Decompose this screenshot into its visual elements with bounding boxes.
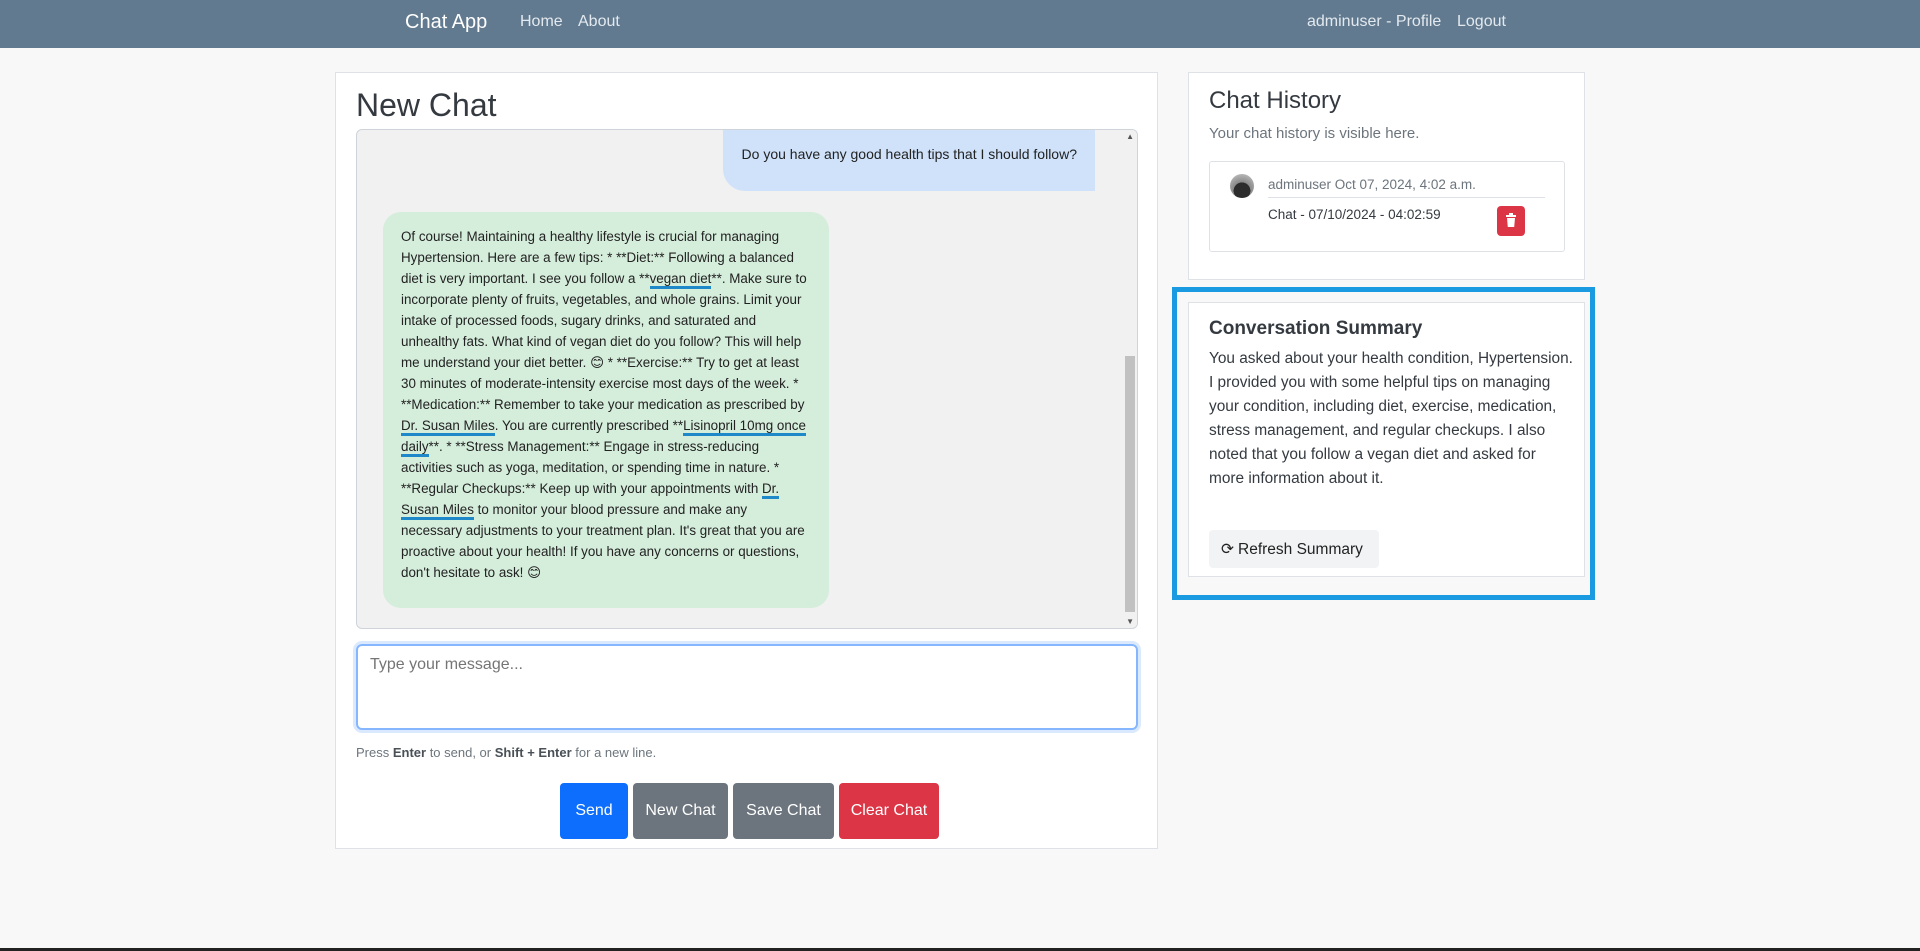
scroll-up-arrow-icon[interactable]: ▲: [1126, 132, 1134, 141]
history-item-title[interactable]: Chat - 07/10/2024 - 04:02:59: [1268, 207, 1441, 222]
highlight-entity: vegan diet: [649, 271, 712, 289]
user-message: Do you have any good health tips that I …: [723, 130, 1095, 191]
history-subtitle: Your chat history is visible here.: [1209, 125, 1420, 142]
scroll-thumb[interactable]: [1125, 356, 1135, 612]
send-button[interactable]: Send: [560, 783, 628, 839]
chat-history-card: Chat History Your chat history is visibl…: [1188, 72, 1585, 280]
save-chat-button[interactable]: Save Chat: [733, 783, 834, 839]
scroll-down-arrow-icon[interactable]: ▼: [1126, 617, 1134, 626]
conversation-summary-card: Conversation Summary You asked about you…: [1188, 302, 1585, 577]
history-item-meta: adminuser Oct 07, 2024, 4:02 a.m.: [1268, 177, 1476, 192]
nav-home-link[interactable]: Home: [520, 13, 563, 31]
page-title: New Chat: [356, 87, 497, 123]
refresh-summary-button[interactable]: ⟳ Refresh Summary: [1209, 530, 1379, 568]
navbar: Chat App Home About adminuser - Profile …: [0, 0, 1920, 48]
refresh-icon: ⟳: [1221, 540, 1234, 558]
chat-scrollbar[interactable]: ▲ ▼: [1123, 130, 1137, 628]
bot-message: Of course! Maintaining a healthy lifesty…: [383, 212, 829, 608]
avatar: [1230, 174, 1254, 198]
summary-title: Conversation Summary: [1209, 318, 1423, 339]
chat-card: New Chat Do you have any good health tip…: [335, 72, 1158, 849]
new-chat-button[interactable]: New Chat: [633, 783, 728, 839]
message-input[interactable]: [356, 644, 1138, 730]
clear-chat-button[interactable]: Clear Chat: [839, 783, 939, 839]
nav-profile-link[interactable]: adminuser - Profile: [1307, 13, 1441, 31]
summary-text: You asked about your health condition, H…: [1209, 350, 1573, 487]
nav-about-link[interactable]: About: [578, 13, 620, 31]
history-title: Chat History: [1209, 87, 1342, 114]
refresh-summary-label: Refresh Summary: [1238, 540, 1363, 558]
chat-messages[interactable]: Do you have any good health tips that I …: [356, 129, 1138, 629]
brand-link[interactable]: Chat App: [405, 11, 487, 34]
divider: [1268, 197, 1545, 198]
history-item[interactable]: adminuser Oct 07, 2024, 4:02 a.m. Chat -…: [1209, 161, 1565, 252]
highlight-entity: Dr. Susan Miles: [401, 418, 495, 436]
nav-logout-link[interactable]: Logout: [1457, 13, 1506, 31]
trash-icon: [1506, 212, 1516, 227]
delete-chat-button[interactable]: [1497, 206, 1525, 236]
send-hint: Press Enter to send, or Shift + Enter fo…: [356, 745, 657, 760]
